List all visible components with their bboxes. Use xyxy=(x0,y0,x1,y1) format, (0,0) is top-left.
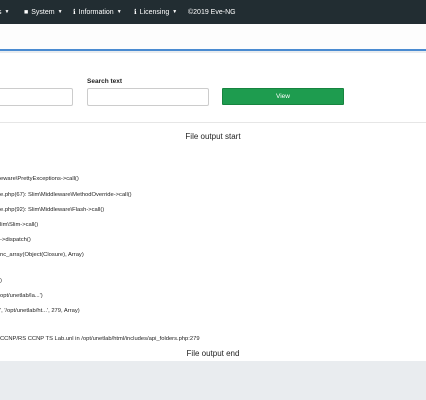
chevron-down-icon: ▼ xyxy=(172,9,178,15)
log-line: CCNP/RS CCNP TS Lab.unl in /opt/unetlab/… xyxy=(0,336,200,342)
nav-copyright: ©2019 Eve-NG xyxy=(188,0,236,24)
nav-partial-label: s xyxy=(0,9,2,16)
log-line: lim\Slim->call() xyxy=(0,222,39,228)
chevron-down-icon: ▼ xyxy=(57,9,63,15)
log-line: eware\PrettyExceptions->call() xyxy=(0,176,79,182)
log-line: opt/unetlab/la...') xyxy=(0,293,43,299)
log-line: nc_array(Object(Closure), Array) xyxy=(0,252,84,258)
log-line: ) xyxy=(0,278,2,284)
sub-header-bar xyxy=(0,24,426,51)
search-text-input[interactable] xyxy=(87,88,209,106)
divider xyxy=(0,122,426,123)
file-output-end-heading: File output end xyxy=(186,349,240,358)
file-select-input[interactable] xyxy=(0,88,73,106)
info-icon: ℹ xyxy=(134,8,137,16)
log-line: ', '/opt/unetlab/ht...', 279, Array) xyxy=(0,308,80,314)
log-line: e.php(67): Slim\Middleware\MethodOverrid… xyxy=(0,192,132,198)
info-icon: ℹ xyxy=(73,8,76,16)
chevron-down-icon: ▼ xyxy=(116,9,122,15)
nav-menu-information[interactable]: ℹ Information ▼ xyxy=(73,0,122,24)
nav-menu-partial[interactable]: s ▼ xyxy=(0,0,9,24)
chevron-down-icon: ▼ xyxy=(4,9,10,15)
file-output-start-heading: File output start xyxy=(185,132,241,141)
nav-information-label: Information xyxy=(78,8,114,16)
nav-system-label: System xyxy=(31,8,55,16)
page-footer xyxy=(0,361,426,400)
search-text-label: Search text xyxy=(87,78,123,85)
view-button[interactable]: View xyxy=(222,88,344,105)
top-navbar: s ▼ ■ System ▼ ℹ Information ▼ ℹ Licensi… xyxy=(0,0,426,24)
copyright-text: ©2019 Eve-NG xyxy=(188,8,236,16)
nav-licensing-label: Licensing xyxy=(139,8,170,16)
windows-icon: ■ xyxy=(24,8,29,16)
nav-menu-system[interactable]: ■ System ▼ xyxy=(24,0,63,24)
log-line: ->dispatch() xyxy=(0,237,31,243)
log-line: e.php(92): Slim\Middleware\Flash->call() xyxy=(0,207,105,213)
nav-menu-licensing[interactable]: ℹ Licensing ▼ xyxy=(134,0,177,24)
